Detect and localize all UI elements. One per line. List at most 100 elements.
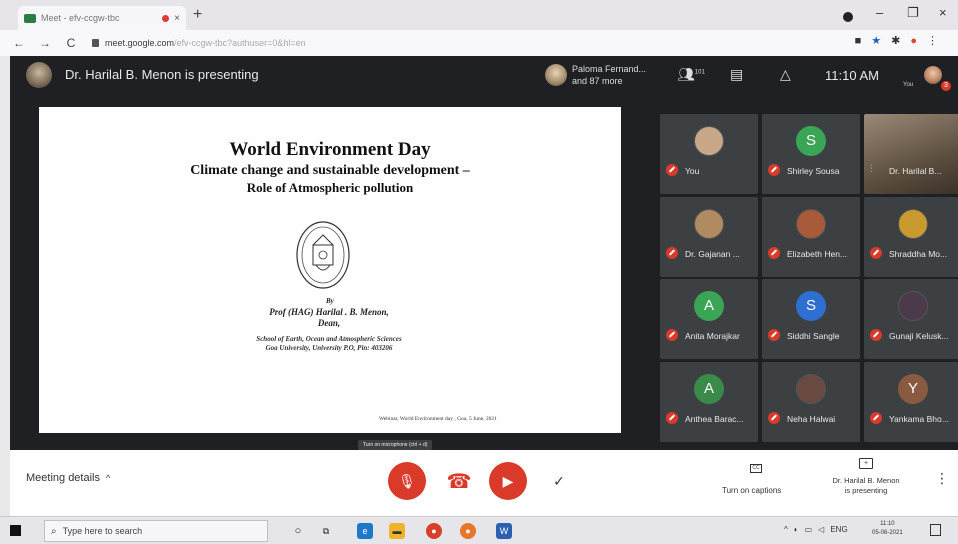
language-indicator[interactable]: ENG: [830, 525, 847, 534]
muted-mic-icon: [666, 329, 678, 341]
task-view-icon[interactable]: ⧉: [318, 523, 334, 539]
taskbar-clock[interactable]: 11:10 05-06-2021: [872, 520, 903, 538]
volume-icon[interactable]: ◁: [818, 525, 824, 534]
microphone-tooltip: Turn on microphone (ctrl + d): [358, 440, 433, 450]
slide-by: By: [326, 297, 334, 305]
participant-tile[interactable]: You: [660, 114, 758, 194]
new-tab-button[interactable]: +: [193, 6, 202, 24]
participant-tile[interactable]: Y Yankama Bho...: [864, 362, 958, 442]
school-line1: School of Earth, Ocean and Atmospheric S…: [256, 335, 402, 343]
network-icon[interactable]: ◐: [794, 525, 799, 534]
muted-mic-icon: [870, 247, 882, 259]
taskbar-search-box[interactable]: ⌕ Type here to search: [44, 520, 268, 542]
people-icon: 👥︎: [677, 66, 695, 82]
tray-chevron-icon[interactable]: ^: [784, 525, 788, 534]
forward-button[interactable]: →: [38, 36, 52, 50]
chat-button[interactable]: ▤: [730, 66, 743, 83]
file-explorer-icon[interactable]: ▬: [389, 523, 405, 539]
presenter-avatar: [26, 62, 52, 88]
profile-avatar-icon[interactable]: ●: [910, 35, 917, 47]
url-path: /efv-ccgw-tbc?authuser=0&hl=en: [174, 38, 306, 48]
self-label: You: [903, 82, 914, 88]
participant-name: Yankama Bho...: [889, 414, 949, 424]
participant-name: Gunaji Kelusk...: [889, 331, 949, 341]
participant-tile[interactable]: Neha Halwai: [762, 362, 860, 442]
tab-title: Meet - efv-ccgw-tbc: [41, 13, 120, 23]
self-avatar[interactable]: [924, 66, 942, 84]
meet-window: Dr. Harilal B. Menon is presenting Palom…: [10, 56, 958, 516]
microphone-off-icon: 🎙︎: [398, 472, 416, 489]
participant-tile[interactable]: A Anthea Barac...: [660, 362, 758, 442]
address-bar[interactable]: meet.google.com/efv-ccgw-tbc?authuser=0&…: [92, 33, 872, 53]
participant-name: Elizabeth Hen...: [787, 249, 848, 259]
browser-tab-meet[interactable]: Meet - efv-ccgw-tbc ×: [18, 6, 186, 30]
participant-tile[interactable]: ⫶ Dr. Harilal B...: [864, 114, 958, 194]
camera-indicator-icon[interactable]: ■: [855, 35, 862, 47]
presenting-status-label[interactable]: Dr. Harilal B. Menon is presenting: [818, 476, 914, 496]
present-now-icon[interactable]: +: [859, 458, 873, 469]
speaking-indicator-icon: ⫶: [870, 164, 873, 175]
window-minimize-button[interactable]: –: [876, 5, 883, 20]
participant-tile[interactable]: Dr. Gajanan ...: [660, 197, 758, 277]
participant-avatar: S: [796, 291, 826, 321]
camera-off-button[interactable]: ▶: [489, 462, 527, 500]
edge-browser-icon[interactable]: e: [357, 523, 373, 539]
bookmark-star-icon[interactable]: ★: [871, 34, 881, 47]
camera-off-icon: ▶: [502, 472, 514, 489]
cortana-icon[interactable]: ○: [290, 523, 306, 539]
firefox-icon[interactable]: ●: [460, 523, 476, 539]
lock-icon: [92, 39, 99, 47]
tab-close-button[interactable]: ×: [174, 13, 180, 24]
leave-call-button[interactable]: ☎︎: [440, 462, 478, 500]
activities-icon: △: [780, 66, 791, 82]
participant-tile[interactable]: S Shirley Sousa: [762, 114, 860, 194]
participant-tile[interactable]: Shraddha Mo...: [864, 197, 958, 277]
muted-mic-icon: [768, 164, 780, 176]
meeting-details-button[interactable]: Meeting details ^: [26, 472, 110, 484]
author-line2: Dean,: [317, 318, 341, 328]
recording-indicator-icon: [162, 14, 170, 22]
browser-menu-icon[interactable]: ⋮: [927, 34, 938, 47]
captions-icon[interactable]: CC: [750, 464, 762, 473]
back-button[interactable]: ←: [12, 36, 26, 50]
participant-avatar: [796, 209, 826, 239]
word-icon[interactable]: W: [496, 523, 512, 539]
participant-avatar: S: [796, 126, 826, 156]
browser-toolbar: ← → C meet.google.com/efv-ccgw-tbc?authu…: [0, 30, 958, 56]
windows-taskbar: ⌕ Type here to search ○ ⧉ e ▬ ● ● W ^ ◐ …: [0, 516, 958, 544]
activities-button[interactable]: △: [780, 66, 791, 83]
muted-mic-icon: [666, 412, 678, 424]
battery-icon[interactable]: ▭: [805, 525, 813, 534]
captions-button-label[interactable]: Turn on captions: [722, 486, 781, 495]
participant-name: Siddhi Sangle: [787, 331, 840, 341]
participant-tile[interactable]: Elizabeth Hen...: [762, 197, 860, 277]
screen: Meet - efv-ccgw-tbc × + – ❐ × ← → C meet…: [0, 0, 958, 544]
action-center-icon[interactable]: [930, 524, 941, 536]
participant-tile[interactable]: Gunaji Kelusk...: [864, 279, 958, 359]
participant-name: Shraddha Mo...: [889, 249, 948, 259]
window-maximize-button[interactable]: ❐: [907, 5, 919, 21]
participant-name: Shirley Sousa: [787, 166, 840, 176]
university-seal-icon: [296, 221, 350, 289]
extensions-icon[interactable]: ✱: [891, 34, 900, 47]
others-line2: and 87 more: [572, 76, 623, 86]
search-icon: ⌕: [51, 525, 57, 537]
windows-start-icon[interactable]: [10, 525, 21, 536]
meet-favicon-icon: [24, 13, 36, 23]
others-avatar: [545, 64, 567, 86]
people-button[interactable]: 👥︎101: [677, 66, 705, 83]
microphone-off-button[interactable]: 🎙︎: [388, 462, 426, 500]
chrome-icon[interactable]: ●: [426, 523, 442, 539]
window-close-button[interactable]: ×: [939, 5, 947, 20]
presenting-banner: Dr. Harilal B. Menon is presenting: [65, 67, 259, 82]
participant-name: Neha Halwai: [787, 414, 836, 424]
browser-profile-icon[interactable]: [843, 12, 853, 22]
participant-tile[interactable]: S Siddhi Sangle: [762, 279, 860, 359]
muted-mic-icon: [768, 412, 780, 424]
more-options-button[interactable]: ⋮: [935, 470, 949, 487]
raise-hand-button[interactable]: ✓: [540, 462, 578, 500]
reload-button[interactable]: C: [64, 36, 78, 50]
system-tray: ^ ◐ ▭ ◁ ENG: [784, 525, 848, 534]
participant-tile[interactable]: A Anita Morajkar: [660, 279, 758, 359]
taskbar-time: 11:10: [880, 521, 895, 527]
